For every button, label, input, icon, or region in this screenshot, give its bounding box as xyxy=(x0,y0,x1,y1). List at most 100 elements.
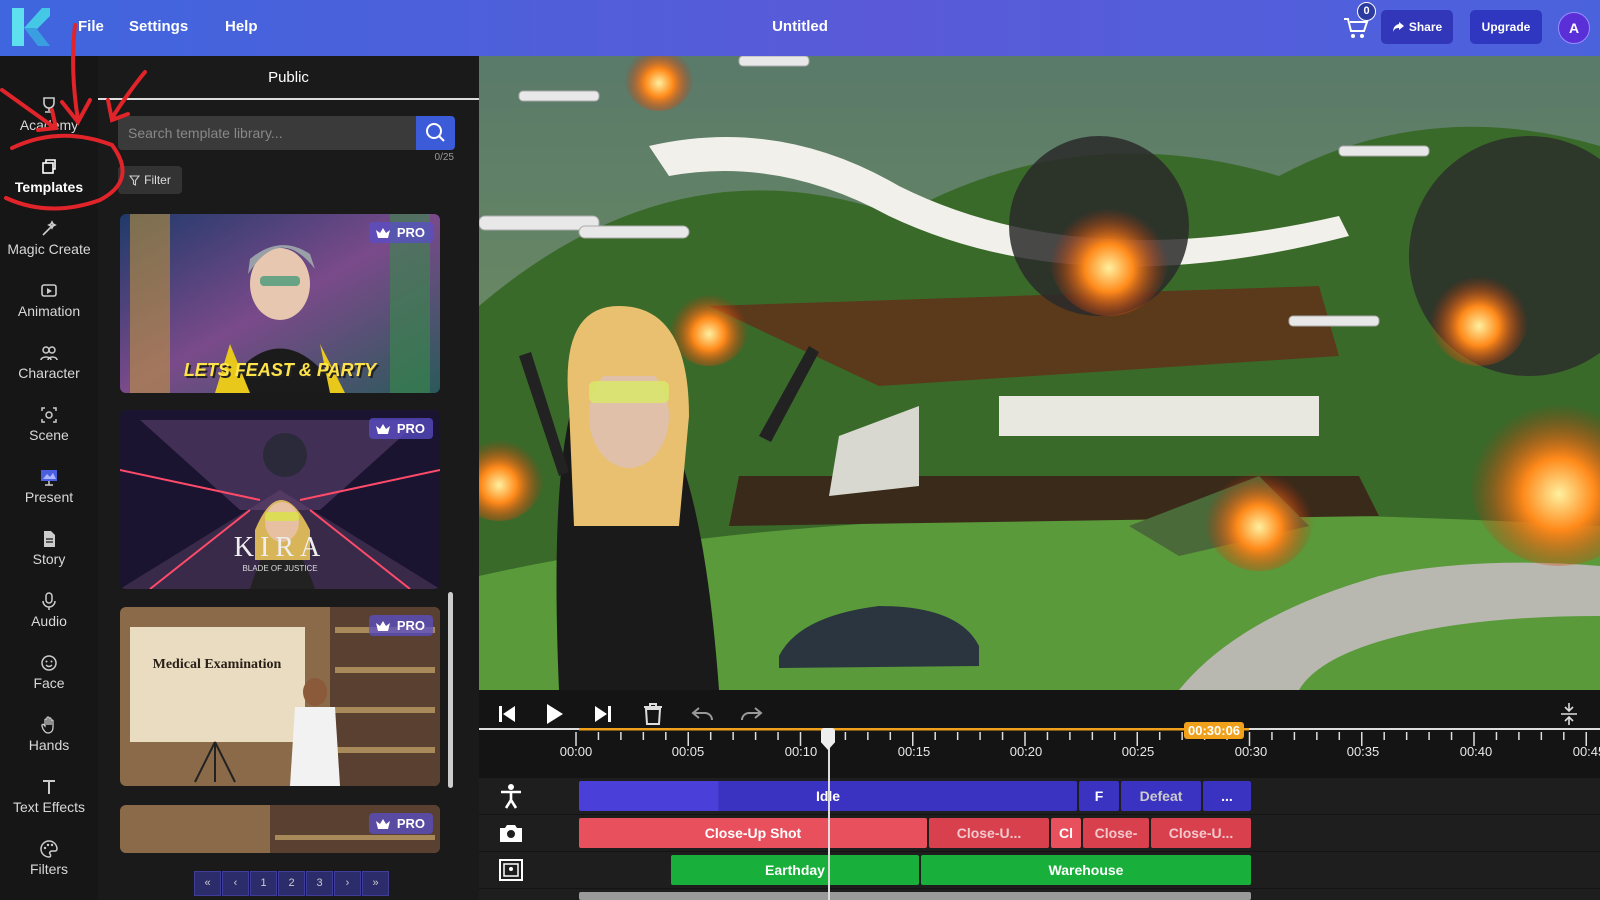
sidebar-item-character[interactable]: Character xyxy=(0,338,98,394)
pro-badge: PRO xyxy=(368,813,433,834)
page-last-button[interactable]: » xyxy=(362,871,389,896)
page-1-button[interactable]: 1 xyxy=(250,871,277,896)
current-time-badge: 00:30:06 xyxy=(1184,722,1245,739)
tick-label: 00:00 xyxy=(559,744,593,759)
sidebar-item-label: Text Effects xyxy=(12,799,86,815)
camera-clip[interactable]: Cl xyxy=(1051,818,1081,848)
playhead-line xyxy=(828,730,830,900)
template-subcaption: BLADE OF JUSTICE xyxy=(242,564,318,573)
animation-clip[interactable]: ... xyxy=(1203,781,1251,811)
extra-track xyxy=(479,889,1600,900)
play-icon[interactable] xyxy=(539,700,567,728)
sidebar-item-animation[interactable]: Animation xyxy=(0,276,98,332)
sidebar-item-scene[interactable]: Scene xyxy=(0,400,98,456)
crown-icon xyxy=(375,424,390,434)
tick-label: 00:35 xyxy=(1346,744,1380,759)
camera-clip[interactable]: Close-U... xyxy=(929,818,1049,848)
tick-label: 00:20 xyxy=(1009,744,1043,759)
template-caption: LETS FEAST & PARTY xyxy=(183,360,377,380)
sidebar-item-label: Story xyxy=(32,551,66,567)
pro-badge: PRO xyxy=(368,615,433,636)
template-card[interactable]: KIRA BLADE OF JUSTICE PRO xyxy=(120,410,440,589)
search-input[interactable] xyxy=(118,116,416,150)
hand-icon xyxy=(41,716,54,734)
page-prev-button[interactable]: ‹ xyxy=(222,871,249,896)
sidebar-item-label: Audio xyxy=(31,613,67,629)
template-caption: KIRA xyxy=(233,532,327,563)
extra-clip[interactable] xyxy=(579,892,1251,900)
pro-badge: PRO xyxy=(368,222,433,243)
palette-icon xyxy=(40,840,58,858)
tick-label: 00:10 xyxy=(784,744,818,759)
present-icon xyxy=(41,470,57,486)
undo-icon[interactable] xyxy=(689,700,717,728)
sidebar-item-label: Character xyxy=(18,365,80,381)
camera-clip[interactable]: Close-Up Shot xyxy=(579,818,927,848)
sidebar-item-label: Face xyxy=(33,675,65,691)
crown-icon xyxy=(375,819,390,829)
animation-clip[interactable]: Defeat xyxy=(1121,781,1201,811)
tick-label: 00:30 xyxy=(1234,744,1268,759)
microphone-icon xyxy=(42,592,56,610)
search-button[interactable] xyxy=(416,116,455,150)
crown-icon xyxy=(375,228,390,238)
sidebar-item-present[interactable]: Present xyxy=(0,462,98,518)
crown-icon xyxy=(375,621,390,631)
collapse-icon[interactable] xyxy=(1555,700,1583,728)
tick-label: 00:15 xyxy=(897,744,931,759)
redo-icon[interactable] xyxy=(737,700,765,728)
page-first-button[interactable]: « xyxy=(194,871,221,896)
sidebar-item-label: Filters xyxy=(29,861,69,877)
face-icon xyxy=(41,655,57,671)
scene-frame-icon xyxy=(499,859,523,881)
top-bar: File Settings Help Untitled 0 Share Upgr… xyxy=(0,0,1600,56)
people-icon xyxy=(40,346,58,361)
scene-clip[interactable]: Earthday xyxy=(671,855,919,885)
sidebar-item-audio[interactable]: Audio xyxy=(0,586,98,642)
sidebar-item-text-effects[interactable]: Text Effects xyxy=(0,772,98,828)
scene-preview[interactable] xyxy=(479,56,1600,690)
page-3-button[interactable]: 3 xyxy=(306,871,333,896)
sidebar-item-story[interactable]: Story xyxy=(0,524,98,580)
page-2-button[interactable]: 2 xyxy=(278,871,305,896)
sidebar-item-filters[interactable]: Filters xyxy=(0,834,98,890)
scene-clip[interactable]: Warehouse xyxy=(921,855,1251,885)
camera-clip[interactable]: Close-U... xyxy=(1151,818,1251,848)
template-caption: Medical Examination xyxy=(152,657,282,672)
animation-track: Idle F Defeat ... xyxy=(479,778,1600,814)
scene-render xyxy=(479,56,1600,690)
play-box-icon xyxy=(41,284,57,297)
annotation-overlay xyxy=(0,23,147,211)
magic-wand-icon xyxy=(42,220,57,236)
user-avatar[interactable]: A xyxy=(1558,12,1590,44)
panel-scrollbar[interactable] xyxy=(448,592,453,788)
skip-to-start-icon[interactable] xyxy=(493,700,521,728)
delete-icon[interactable] xyxy=(639,700,667,728)
sidebar-item-label: Present xyxy=(24,489,74,505)
sidebar-item-label: Magic Create xyxy=(7,241,91,257)
search-char-counter: 0/25 xyxy=(434,152,454,163)
camera-icon xyxy=(500,825,522,842)
skip-to-end-icon[interactable] xyxy=(589,700,617,728)
camera-track: Close-Up Shot Close-U... Cl Close- Close… xyxy=(479,815,1600,851)
page-next-button[interactable]: › xyxy=(334,871,361,896)
camera-clip[interactable]: Close- xyxy=(1083,818,1149,848)
template-card[interactable]: PRO xyxy=(120,805,440,853)
upgrade-button[interactable]: Upgrade xyxy=(1470,10,1542,44)
animation-clip[interactable]: F xyxy=(1079,781,1119,811)
tick-label: 00:25 xyxy=(1121,744,1155,759)
document-icon xyxy=(44,531,55,547)
share-button[interactable]: Share xyxy=(1381,10,1453,44)
tick-label: 00:40 xyxy=(1459,744,1493,759)
pagination: « ‹ 1 2 3 › » xyxy=(194,871,389,896)
sidebar-item-magic-create[interactable]: Magic Create xyxy=(0,214,98,270)
sidebar-item-hands[interactable]: Hands xyxy=(0,710,98,766)
figure-icon xyxy=(501,784,521,809)
menu-help[interactable]: Help xyxy=(225,18,258,35)
timeline: 00:30:06 00:00 00:05 00:10 00:15 00:20 0… xyxy=(479,690,1600,900)
cart-count-badge: 0 xyxy=(1357,2,1376,21)
sidebar-item-face[interactable]: Face xyxy=(0,648,98,704)
share-label: Share xyxy=(1408,20,1443,34)
template-card[interactable]: Medical Examination PRO xyxy=(120,607,440,786)
template-card[interactable]: LETS FEAST & PARTY PRO xyxy=(120,214,440,393)
